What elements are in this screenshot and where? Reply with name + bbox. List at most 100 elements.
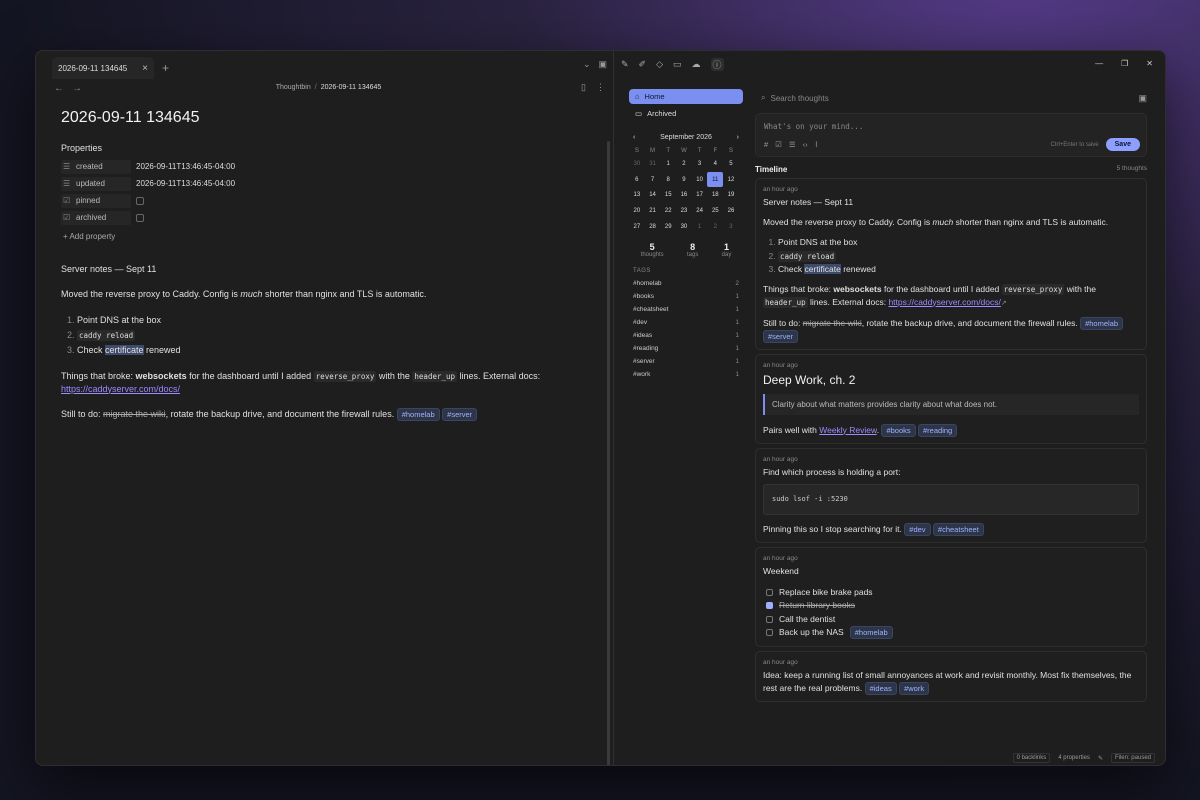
checklist-item[interactable]: Call the dentist — [763, 613, 1139, 627]
calendar-day[interactable]: 9 — [676, 172, 692, 188]
checkbox[interactable] — [766, 629, 773, 637]
sidebar-tag-item[interactable]: #dev 1 — [629, 316, 743, 329]
property-key[interactable]: ☰ updated — [61, 176, 131, 191]
calendar-day[interactable]: 26 — [723, 203, 739, 219]
checklist-item[interactable]: Return library books — [763, 599, 1139, 613]
sidebar-tag-item[interactable]: #homelab 2 — [629, 277, 743, 290]
calendar-day[interactable]: 23 — [676, 203, 692, 219]
backlinks-count[interactable]: 0 backlinks — [1012, 753, 1051, 763]
breadcrumb-current[interactable]: 2026-09-11 134645 — [321, 84, 382, 91]
tag-chip[interactable]: #server — [763, 329, 799, 343]
calendar-day[interactable]: 5 — [723, 156, 739, 172]
calendar-day[interactable]: 30 — [629, 156, 645, 172]
pinned-checkbox[interactable] — [136, 196, 144, 205]
save-button[interactable]: Save — [1105, 138, 1140, 151]
checkbox[interactable] — [766, 615, 773, 623]
tag-chip[interactable]: #dev — [904, 522, 931, 536]
more-options-icon[interactable]: ⋮ — [596, 82, 605, 93]
calendar-day[interactable]: 31 — [645, 156, 661, 172]
calendar-day[interactable]: 20 — [629, 203, 645, 219]
thought-card[interactable]: an hour ago Idea: keep a running list of… — [755, 650, 1147, 702]
search-input[interactable]: ⌕ Search thoughts — [755, 89, 1130, 107]
sidebar-tag-item[interactable]: #ideas 1 — [629, 329, 743, 342]
calendar-day[interactable]: 12 — [723, 172, 739, 188]
sidebar-toggle-icon[interactable]: ▣ — [598, 59, 607, 70]
thought-card[interactable]: an hour ago Deep Work, ch. 2 Clarity abo… — [755, 353, 1147, 444]
calendar-day[interactable]: 25 — [707, 203, 723, 219]
calendar-day[interactable]: 14 — [645, 187, 661, 203]
property-value[interactable]: 2026-09-11T13:46:45-04:00 — [136, 162, 235, 171]
archived-checkbox[interactable] — [136, 213, 144, 222]
calendar-day[interactable]: 19 — [723, 187, 739, 203]
hashtag-icon[interactable]: # — [764, 140, 768, 149]
calendar-day[interactable]: 1 — [660, 156, 676, 172]
property-key[interactable]: ☑ archived — [61, 210, 131, 225]
code-icon[interactable]: ‹› — [803, 140, 808, 149]
calendar-day[interactable]: 13 — [629, 187, 645, 203]
calendar-day[interactable]: 30 — [676, 219, 692, 235]
reading-mode-icon[interactable]: ▯ — [581, 82, 586, 93]
calendar-day[interactable]: 22 — [660, 203, 676, 219]
new-tab-icon[interactable]: + — [162, 61, 169, 75]
property-value[interactable]: 2026-09-11T13:46:45-04:00 — [136, 179, 235, 188]
sidebar-tag-item[interactable]: #reading 1 — [629, 342, 743, 355]
sidebar-item-home[interactable]: ⌂ Home — [629, 89, 743, 104]
sidebar-tag-item[interactable]: #cheatsheet 1 — [629, 303, 743, 316]
internal-link[interactable]: Weekly Review — [819, 425, 876, 435]
checkbox-checked[interactable] — [766, 602, 773, 610]
sync-status[interactable]: Filen: paused — [1110, 753, 1155, 763]
compose-box[interactable]: What's on your mind... # ☑ ☰ ‹› ⌇ Ctrl+E… — [755, 113, 1147, 157]
calendar-day[interactable]: 6 — [629, 172, 645, 188]
attachment-icon[interactable]: ⌇ — [815, 140, 819, 149]
add-property-button[interactable]: + Add property — [63, 232, 591, 241]
tag-chip[interactable]: #homelab — [849, 626, 893, 640]
sidebar-tag-item[interactable]: #books 1 — [629, 290, 743, 303]
tag-chip[interactable]: #work — [899, 681, 930, 695]
close-icon[interactable]: × — [142, 63, 148, 74]
panel-toggle-icon[interactable]: ▣ — [1138, 93, 1147, 104]
calendar-day[interactable]: 4 — [707, 156, 723, 172]
page-title[interactable]: 2026-09-11 134645 — [61, 109, 591, 131]
property-key[interactable]: ☰ created — [61, 159, 131, 174]
calendar-day[interactable]: 16 — [676, 187, 692, 203]
calendar-day[interactable]: 10 — [692, 172, 708, 188]
tab-note[interactable]: 2026-09-11 134645 × — [52, 57, 154, 79]
sidebar-item-archived[interactable]: ▭ Archived — [629, 106, 743, 121]
close-window-icon[interactable]: ✕ — [1146, 59, 1153, 68]
checklist-item[interactable]: Back up the NAS #homelab — [763, 626, 1139, 640]
thought-card[interactable]: an hour ago Weekend Replace bike brake p… — [755, 546, 1147, 647]
chevron-left-icon[interactable]: ‹ — [633, 134, 635, 141]
external-link[interactable]: https://caddyserver.com/docs/ — [61, 384, 180, 394]
tag-chip[interactable]: #cheatsheet — [932, 522, 984, 536]
sidebar-tag-item[interactable]: #server 1 — [629, 355, 743, 368]
tag-chip[interactable]: #server — [442, 407, 478, 421]
calendar-day[interactable]: 24 — [692, 203, 708, 219]
thoughtbin-icon[interactable]: ⓘ — [710, 57, 724, 71]
calendar-day[interactable]: 27 — [629, 219, 645, 235]
list-icon[interactable]: ☰ — [789, 140, 796, 149]
thought-card[interactable]: an hour ago Server notes — Sept 11 Moved… — [755, 178, 1147, 350]
calendar-day[interactable]: 28 — [645, 219, 661, 235]
calendar-day[interactable]: 21 — [645, 203, 661, 219]
chevron-down-icon[interactable]: ⌄ — [583, 59, 591, 70]
tag-icon[interactable]: ◇ — [656, 59, 663, 70]
tag-chip[interactable]: #ideas — [864, 681, 897, 695]
breadcrumb-root[interactable]: Thoughtbin — [276, 84, 311, 91]
calendar-day[interactable]: 8 — [660, 172, 676, 188]
calendar-day[interactable]: 18 — [707, 187, 723, 203]
external-link[interactable]: https://caddyserver.com/docs/ — [888, 297, 1000, 307]
calendar-day[interactable]: 1 — [692, 219, 708, 235]
checklist-item[interactable]: Replace bike brake pads — [763, 586, 1139, 600]
maximize-icon[interactable]: ❐ — [1121, 59, 1128, 68]
calendar-day[interactable]: 17 — [692, 187, 708, 203]
properties-heading[interactable]: Properties — [61, 143, 591, 153]
calendar-day-today[interactable]: 11 — [707, 171, 724, 188]
tag-chip[interactable]: #homelab — [396, 407, 440, 421]
cloud-icon[interactable]: ☁ — [692, 59, 701, 70]
calendar-day[interactable]: 2 — [676, 156, 692, 172]
tag-chip[interactable]: #homelab — [1080, 316, 1124, 330]
calendar-day[interactable]: 29 — [660, 219, 676, 235]
properties-count[interactable]: 4 properties — [1058, 755, 1090, 761]
thought-card[interactable]: an hour ago Find which process is holdin… — [755, 447, 1147, 543]
quill-icon[interactable]: ✎ — [621, 59, 629, 70]
